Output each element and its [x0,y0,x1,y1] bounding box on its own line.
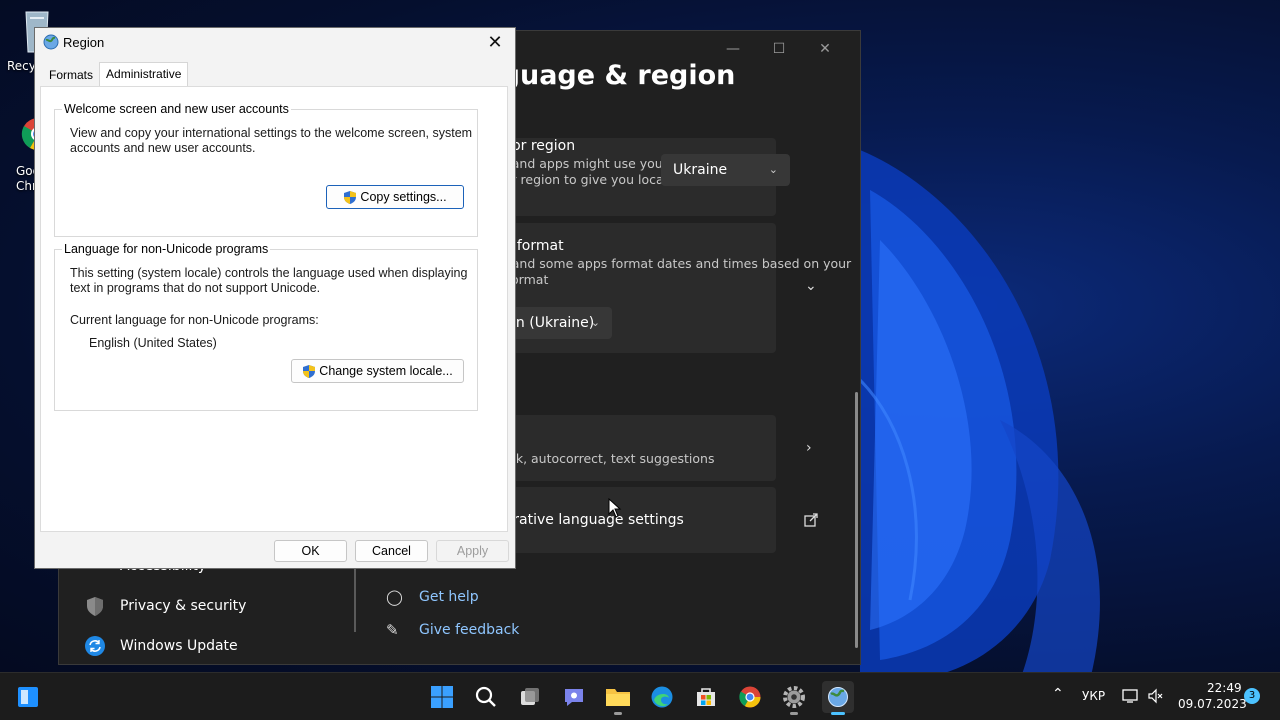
ok-button[interactable]: OK [274,540,347,562]
current-language-label: Current language for non-Unicode program… [70,313,319,327]
clock-time[interactable]: 22:49 [1207,681,1242,695]
shield-icon [87,597,103,616]
chat-icon [565,689,583,706]
region-control-panel-button[interactable] [822,681,854,715]
current-language-value: English (United States) [89,336,217,350]
edge-button[interactable] [646,681,678,713]
widgets-icon [18,687,38,707]
mouse-cursor-icon [608,498,622,518]
search-icon [475,686,496,707]
welcome-screen-group: Welcome screen and new user accounts Vie… [54,102,478,237]
chrome-icon [739,686,761,708]
task-view-button[interactable] [514,681,546,713]
chrome-button[interactable] [734,681,766,713]
update-icon [85,636,105,656]
cancel-button[interactable]: Cancel [355,540,428,562]
settings-button[interactable] [778,681,810,715]
windows-logo-icon [431,686,453,708]
nav-divider [354,568,356,632]
teams-chat-button[interactable] [558,681,590,713]
input-language-indicator[interactable]: УКР [1082,689,1105,703]
get-help-label: Get help [419,589,479,605]
chevron-down-icon[interactable]: ⌄ [805,278,817,294]
chevron-down-icon: ⌄ [768,163,778,176]
store-icon [697,688,715,706]
help-icon: ◯ [386,588,403,606]
dialog-tabs: Formats Administrative [43,62,189,86]
network-icon[interactable] [1122,688,1140,704]
nav-item-label: Privacy & security [120,598,247,614]
uac-shield-icon [303,364,316,378]
feedback-icon: ✎ [386,621,399,639]
task-view-icon [521,688,539,705]
running-indicator [831,712,845,715]
give-feedback-link[interactable]: ✎ Give feedback [386,621,519,639]
minimize-button[interactable]: — [710,39,756,59]
edge-icon [651,686,673,708]
copy-settings-button[interactable]: Copy settings... [326,185,464,209]
apply-button[interactable]: Apply [436,540,509,562]
country-region-value: Ukraine [673,162,728,178]
non-unicode-legend: Language for non-Unicode programs [62,242,271,256]
get-help-link[interactable]: ◯ Get help [386,588,479,606]
non-unicode-group: Language for non-Unicode programs This s… [54,242,478,411]
welcome-screen-text-1: View and copy your international setting… [70,126,473,140]
clock-date[interactable]: 09.07.2023 [1178,697,1247,711]
change-system-locale-button[interactable]: Change system locale... [291,359,464,383]
change-system-locale-label: Change system locale... [319,364,453,378]
widgets-button[interactable] [12,681,44,713]
close-button[interactable]: ✕ [802,39,848,59]
non-unicode-text-2: text in programs that do not support Uni… [70,281,321,295]
region-dialog: Region ✕ Formats Administrative Welcome … [34,27,516,569]
uac-shield-icon [344,190,357,204]
globe-icon [828,687,848,707]
microsoft-store-button[interactable] [690,681,722,713]
administrative-tab-panel: Welcome screen and new user accounts Vie… [40,86,508,532]
folder-icon [606,689,630,706]
close-icon[interactable]: ✕ [481,30,509,54]
chevron-down-icon: ⌄ [590,316,600,329]
chevron-up-icon[interactable]: ⌃ [1052,686,1064,702]
search-button[interactable] [470,681,502,713]
tab-formats[interactable]: Formats [43,64,99,86]
copy-settings-label: Copy settings... [360,190,447,204]
external-link-icon [804,513,818,527]
welcome-screen-legend: Welcome screen and new user accounts [62,102,291,116]
file-explorer-button[interactable] [602,681,634,715]
running-indicator [614,712,622,715]
nav-item-privacy-security[interactable]: Privacy & security [84,588,246,624]
window-controls: — ☐ ✕ [710,39,848,59]
running-indicator [790,712,798,715]
volume-muted-icon[interactable] [1147,688,1163,704]
maximize-button[interactable]: ☐ [756,39,802,59]
country-region-dropdown[interactable]: Ukraine ⌄ [661,154,790,186]
notification-badge[interactable]: 3 [1244,688,1260,704]
globe-icon [43,34,59,50]
welcome-screen-text-2: accounts and new user accounts. [70,141,256,155]
chevron-right-icon: › [806,440,812,456]
nav-item-windows-update[interactable]: Windows Update [84,628,238,664]
give-feedback-label: Give feedback [419,622,520,638]
gear-icon [783,686,805,708]
non-unicode-text-1: This setting (system locale) controls th… [70,266,468,280]
tab-administrative[interactable]: Administrative [99,62,189,86]
dialog-title: Region [63,35,105,50]
start-button[interactable] [426,681,458,713]
settings-scrollbar[interactable] [855,392,858,648]
nav-item-label: Windows Update [120,638,238,654]
